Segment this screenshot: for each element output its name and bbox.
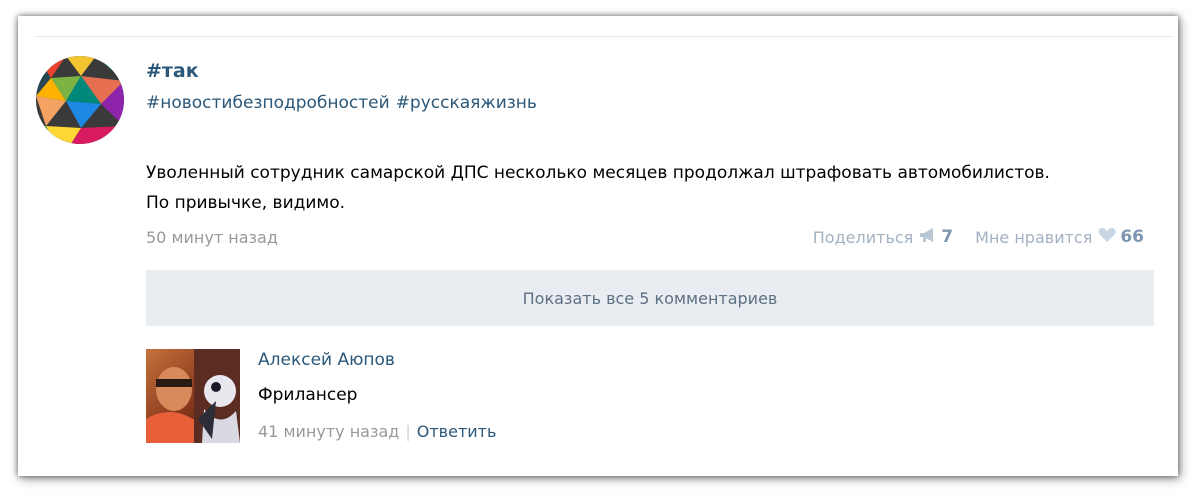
commenter-photo: [146, 349, 240, 443]
hashtag-link[interactable]: #новостибезподробностей: [146, 93, 390, 113]
like-count: 66: [1120, 227, 1144, 247]
post-card: #так #новостибезподробностей #русскаяжизн…: [18, 16, 1178, 476]
post-time[interactable]: 50 минут назад: [146, 228, 278, 247]
comment-meta: 41 минуту назад | Ответить: [258, 422, 496, 441]
hashtags: #новостибезподробностей #русскаяжизнь: [146, 93, 543, 113]
megaphone-icon: [919, 227, 937, 247]
share-count: 7: [941, 227, 954, 247]
commenter-avatar[interactable]: [146, 349, 240, 443]
mosaic-avatar-image: [36, 56, 124, 144]
share-button[interactable]: Поделиться 7: [813, 227, 953, 247]
meta-separator: |: [405, 422, 411, 441]
show-all-comments-button[interactable]: Показать все 5 комментариев: [146, 270, 1154, 326]
post-text-line: По привычке, видимо.: [146, 193, 346, 213]
post-text: Уволенный сотрудник самарской ДПС нескол…: [146, 158, 1050, 218]
community-avatar[interactable]: [36, 56, 124, 144]
like-label: Мне нравится: [975, 227, 1093, 247]
post-actions: Поделиться 7 Мне нравится 66: [791, 227, 1144, 247]
reply-link[interactable]: Ответить: [417, 422, 497, 441]
comment-text: Фрилансер: [258, 385, 358, 405]
comment-author[interactable]: Алексей Аюпов: [258, 350, 395, 370]
post-text-line: Уволенный сотрудник самарской ДПС нескол…: [146, 163, 1050, 183]
comment-time[interactable]: 41 минуту назад: [258, 422, 399, 441]
like-button[interactable]: Мне нравится 66: [975, 227, 1144, 247]
community-title[interactable]: #так: [146, 60, 199, 82]
divider: [36, 36, 1172, 37]
share-label: Поделиться: [812, 227, 914, 247]
hashtag-link[interactable]: #русскаяжизнь: [396, 93, 537, 113]
heart-icon: [1098, 227, 1116, 247]
